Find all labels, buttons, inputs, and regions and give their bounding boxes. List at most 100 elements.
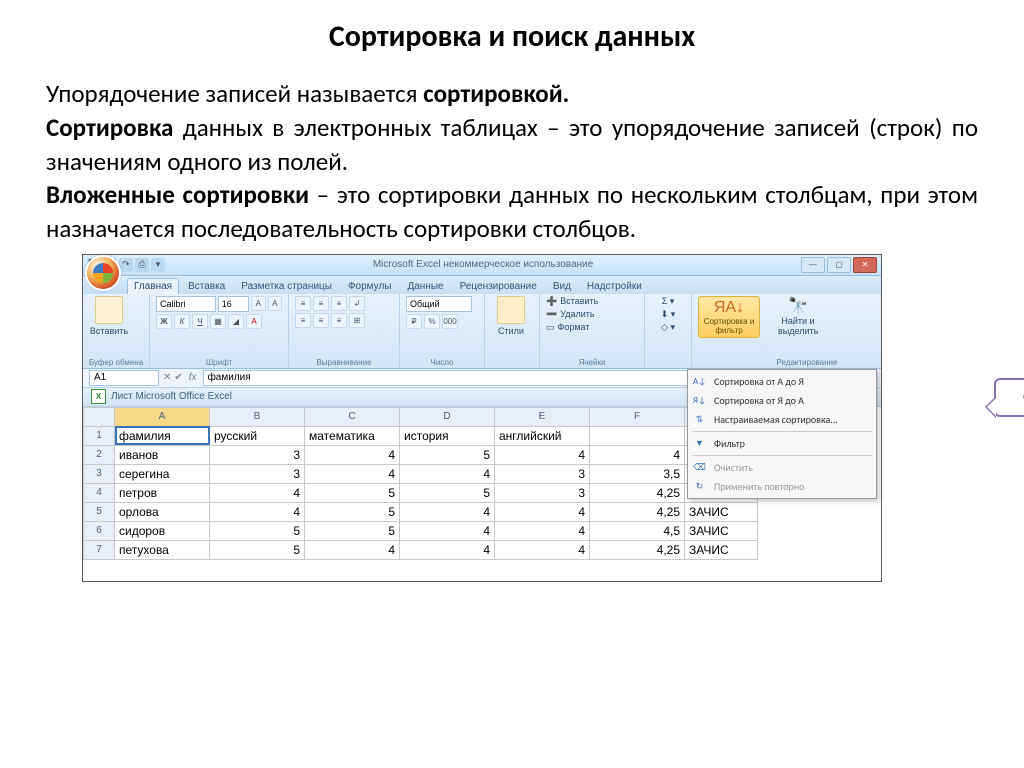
col-header-d[interactable]: D — [400, 407, 495, 426]
sort-filter-dropdown[interactable]: А↓Сортировка от А до Я Я↓Сортировка от Я… — [687, 369, 877, 499]
tab-data[interactable]: Данные — [400, 278, 450, 294]
cell[interactable]: 4 — [305, 464, 400, 483]
tab-addins[interactable]: Надстройки — [580, 278, 649, 294]
cancel-icon[interactable]: ✕ — [163, 372, 171, 383]
cell[interactable]: 4 — [400, 540, 495, 559]
cell[interactable]: математика — [305, 426, 400, 445]
cell[interactable]: сидоров — [115, 521, 210, 540]
minimize-button[interactable]: — — [801, 257, 825, 273]
maximize-button[interactable]: ▢ — [827, 257, 851, 273]
cell[interactable]: 4 — [495, 445, 590, 464]
align-bc-icon[interactable]: ≡ — [313, 313, 329, 328]
office-button[interactable] — [87, 257, 119, 289]
menu-clear[interactable]: ⌫Очистить — [688, 458, 876, 477]
cell[interactable]: 4 — [305, 540, 400, 559]
wrap-icon[interactable]: ↲ — [349, 296, 365, 311]
font-size-combo[interactable]: 16 — [218, 296, 249, 312]
align-tc-icon[interactable]: ≡ — [313, 296, 329, 311]
fx-icon[interactable]: fx — [189, 372, 197, 383]
cell[interactable]: 3 — [495, 464, 590, 483]
tab-view[interactable]: Вид — [546, 278, 578, 294]
font-name-combo[interactable]: Calibri — [156, 296, 216, 312]
close-button[interactable]: ✕ — [853, 257, 877, 273]
col-header-c[interactable]: C — [305, 407, 400, 426]
row-header[interactable]: 3 — [84, 464, 115, 483]
menu-reapply[interactable]: ↻Применить повторно — [688, 477, 876, 496]
menu-filter[interactable]: ▼Фильтр — [688, 434, 876, 453]
comma-icon[interactable]: 000 — [442, 314, 458, 329]
cell[interactable]: русский — [210, 426, 305, 445]
cell[interactable]: фамилия — [115, 426, 210, 445]
cell[interactable]: ЗАЧИС — [685, 521, 758, 540]
cell[interactable]: 4 — [305, 445, 400, 464]
cell[interactable]: 5 — [210, 521, 305, 540]
col-header-f[interactable]: F — [590, 407, 685, 426]
row-header[interactable]: 7 — [84, 540, 115, 559]
cell[interactable]: орлова — [115, 502, 210, 521]
align-bl-icon[interactable]: ≡ — [295, 313, 311, 328]
cell[interactable]: 5 — [305, 521, 400, 540]
percent-icon[interactable]: % — [424, 314, 440, 329]
row-header[interactable]: 5 — [84, 502, 115, 521]
ribbon-tabs[interactable]: Главная Вставка Разметка страницы Формул… — [83, 276, 881, 294]
cell[interactable]: 4 — [400, 464, 495, 483]
bold-icon[interactable]: Ж — [156, 314, 172, 329]
cells-format-button[interactable]: ▭Формат — [546, 322, 638, 333]
cell[interactable]: 5 — [400, 445, 495, 464]
cell[interactable]: 4 — [590, 445, 685, 464]
sort-filter-button[interactable]: ЯА↓ Сортировка и фильтр — [698, 296, 760, 338]
cell[interactable]: 5 — [400, 483, 495, 502]
tab-home[interactable]: Главная — [127, 278, 179, 294]
cell[interactable]: 5 — [305, 502, 400, 521]
row-header[interactable]: 1 — [84, 426, 115, 445]
align-br-icon[interactable]: ≡ — [331, 313, 347, 328]
qat-print-icon[interactable]: ⎙ — [135, 258, 149, 272]
cell[interactable]: 5 — [210, 540, 305, 559]
cell[interactable]: 3,5 — [590, 464, 685, 483]
cells-insert-button[interactable]: ➕Вставить — [546, 296, 638, 307]
menu-sort-za[interactable]: Я↓Сортировка от Я до А — [688, 391, 876, 410]
row-header[interactable]: 4 — [84, 483, 115, 502]
col-header-a[interactable]: A — [115, 407, 210, 426]
number-format-combo[interactable]: Общий — [406, 296, 472, 312]
fill-icon[interactable]: ◢ — [228, 314, 244, 329]
font-color-icon[interactable]: A — [246, 314, 262, 329]
col-header-e[interactable]: E — [495, 407, 590, 426]
shrink-font-icon[interactable]: A — [268, 296, 283, 311]
tab-insert[interactable]: Вставка — [181, 278, 232, 294]
paste-button[interactable]: Вставить — [89, 296, 129, 336]
underline-icon[interactable]: Ч — [192, 314, 208, 329]
cell[interactable]: 3 — [210, 464, 305, 483]
cell[interactable]: 4,25 — [590, 502, 685, 521]
cell[interactable]: английский — [495, 426, 590, 445]
align-tl-icon[interactable]: ≡ — [295, 296, 311, 311]
cell[interactable]: серегина — [115, 464, 210, 483]
cell[interactable]: 4 — [400, 521, 495, 540]
cell[interactable]: ЗАЧИС — [685, 502, 758, 521]
styles-button[interactable]: Стили — [491, 296, 531, 336]
cell[interactable]: 4 — [210, 502, 305, 521]
row-header[interactable]: 6 — [84, 521, 115, 540]
cell[interactable]: история — [400, 426, 495, 445]
cells-delete-button[interactable]: ➖Удалить — [546, 309, 638, 320]
qat-redo-icon[interactable]: ↷ — [119, 258, 133, 272]
find-select-button[interactable]: 🔭 Найти и выделить — [778, 296, 818, 336]
merge-icon[interactable]: ⊞ — [349, 313, 365, 328]
cell[interactable]: 4,5 — [590, 521, 685, 540]
cell[interactable]: 3 — [495, 483, 590, 502]
select-all-corner[interactable] — [84, 407, 115, 426]
cell[interactable]: 4 — [495, 521, 590, 540]
italic-icon[interactable]: К — [174, 314, 190, 329]
col-header-b[interactable]: B — [210, 407, 305, 426]
cell[interactable]: ЗАЧИС — [685, 540, 758, 559]
fill-button[interactable]: ⬇ ▾ — [651, 309, 685, 320]
cell[interactable]: 4 — [495, 540, 590, 559]
enter-icon[interactable]: ✔ — [174, 372, 182, 383]
cell[interactable] — [590, 426, 685, 445]
menu-custom-sort[interactable]: ⇅Настраиваемая сортировка... — [688, 410, 876, 429]
row-header[interactable]: 2 — [84, 445, 115, 464]
cell[interactable]: 4,25 — [590, 540, 685, 559]
cell[interactable]: 4,25 — [590, 483, 685, 502]
cell[interactable]: 4 — [400, 502, 495, 521]
currency-icon[interactable]: ₽ — [406, 314, 422, 329]
